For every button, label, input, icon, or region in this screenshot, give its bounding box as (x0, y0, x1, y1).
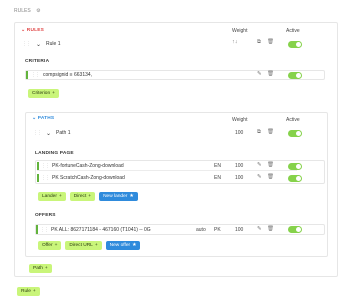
add-criterion-button[interactable]: Criterion + (28, 89, 59, 98)
add-offer-button[interactable]: Offer + (38, 241, 62, 250)
rule-row[interactable]: ⋮⋮ ⌄ Rule 1 (22, 39, 332, 49)
offer-mode[interactable]: auto (196, 227, 206, 233)
sort-arrows-icon[interactable]: ↑↓ (232, 39, 238, 45)
plus-icon: + (32, 289, 36, 294)
add-direct-url-button[interactable]: Direct URL + (65, 241, 102, 250)
star-icon: ★ (129, 194, 134, 199)
rule-active-toggle[interactable] (288, 41, 302, 48)
add-lander-button[interactable]: Lander + (38, 192, 66, 201)
star-icon: ★ (132, 243, 137, 248)
drag-handle-icon[interactable]: ⋮⋮ (40, 227, 49, 233)
offer-button-label: Offer (42, 243, 53, 248)
new-lander-label: New lander (103, 194, 128, 199)
lander-weight[interactable]: 100 (235, 175, 243, 181)
trash-icon[interactable]: 🗑 (267, 162, 274, 168)
drag-handle-icon[interactable]: ⋮⋮ (31, 72, 40, 78)
edit-icon[interactable]: ✎ (257, 174, 262, 180)
edit-icon[interactable]: ✎ (257, 71, 262, 77)
landing-page-label: LANDING PAGE (35, 151, 74, 156)
copy-icon[interactable]: ⧉ (257, 39, 261, 46)
paths-header-label: PATHS (37, 116, 55, 121)
lander-buttons: Lander + Direct + New lander ★ (38, 192, 138, 201)
lander-name: PK-fortuneCash-Zong-download (52, 163, 124, 169)
criteria-text: compsignid ≡ 663134, (43, 72, 93, 78)
trash-icon[interactable]: 🗑 (267, 129, 274, 135)
drag-handle-icon[interactable]: ⋮⋮ (41, 175, 50, 181)
plus-icon: + (54, 243, 58, 248)
offer-bar (36, 225, 38, 234)
paths-weight-header: Weight (232, 117, 248, 123)
lander-weight[interactable]: 100 (235, 163, 243, 169)
edit-icon[interactable]: ✎ (257, 162, 262, 168)
rule-button-label: Rule (21, 289, 31, 294)
trash-icon[interactable]: 🗑 (267, 226, 274, 232)
path-active-toggle[interactable] (288, 130, 302, 137)
offers-label: OFFERS (35, 213, 56, 218)
plus-icon: + (44, 266, 48, 271)
active-header: Active (286, 28, 300, 34)
offer-lang: PK (214, 227, 221, 233)
direct-url-button-label: Direct URL (69, 243, 93, 248)
edit-icon[interactable]: ✎ (257, 226, 262, 232)
add-path-button[interactable]: Path + (29, 264, 52, 273)
lander-name: PK ScratchCash-Zong-download (52, 174, 125, 181)
direct-button-label: Direct (73, 194, 87, 199)
drag-handle-icon[interactable]: ⋮⋮ (22, 41, 31, 47)
drag-handle-icon[interactable]: ⋮⋮ (41, 163, 50, 169)
path-button-label: Path (33, 266, 43, 271)
plus-icon: + (94, 243, 98, 248)
offer-buttons: Offer + Direct URL + New offer ★ (38, 241, 141, 250)
rule-name: Rule 1 (46, 41, 61, 47)
lander-button-label: Lander (42, 194, 57, 199)
lander-active-toggle[interactable] (288, 175, 302, 182)
criteria-item[interactable]: ⋮⋮ compsignid ≡ 663134, (25, 70, 325, 80)
trash-icon[interactable]: 🗑 (267, 71, 274, 77)
trash-icon[interactable]: 🗑 (267, 174, 274, 180)
criteria-label: CRITERIA (25, 59, 50, 64)
offer-name: PK ALL: 8627171184 - 467160 (T1041) -- 0… (51, 226, 151, 233)
offer-active-toggle[interactable] (288, 226, 302, 233)
offer-weight[interactable]: 100 (235, 227, 243, 233)
lander-lang: EN (214, 163, 221, 169)
paths-header[interactable]: ⌄ PATHS (32, 116, 54, 121)
lander-bar (37, 173, 39, 182)
plus-icon: + (58, 194, 62, 199)
add-direct-button[interactable]: Direct + (69, 192, 96, 201)
chevron-down-icon[interactable]: ⌄ (36, 41, 41, 48)
new-offer-button[interactable]: New offer ★ (105, 241, 141, 250)
lander-bar (37, 162, 39, 170)
new-lander-button[interactable]: New lander ★ (99, 192, 138, 201)
weight-header: Weight (232, 28, 248, 34)
paths-active-header: Active (286, 117, 300, 123)
plus-icon: + (52, 91, 55, 96)
trash-icon[interactable]: 🗑 (267, 39, 274, 45)
drag-handle-icon[interactable]: ⋮⋮ (33, 130, 42, 136)
chevron-down-icon[interactable]: ⌄ (21, 28, 25, 33)
path-row[interactable]: ⋮⋮ ⌄ Path 1 (33, 128, 323, 138)
criterion-button-label: Criterion (32, 91, 51, 96)
add-rule-button[interactable]: Rule + (17, 287, 40, 296)
chevron-down-icon[interactable]: ⌄ (46, 130, 51, 137)
lander-active-toggle[interactable] (288, 163, 302, 170)
rules-header-label: RULES (26, 28, 45, 33)
page-title: RULES ⚙ (14, 8, 41, 14)
criteria-active-toggle[interactable] (288, 72, 302, 79)
path-weight[interactable]: 100 (235, 130, 243, 136)
path-name: Path 1 (56, 130, 71, 136)
rules-header[interactable]: ⌄ RULES (21, 28, 44, 33)
lander-lang: EN (214, 175, 221, 181)
criteria-bar (26, 71, 28, 79)
settings-icon[interactable]: ⚙ (36, 8, 40, 14)
chevron-down-icon[interactable]: ⌄ (32, 116, 36, 121)
plus-icon: + (88, 194, 92, 199)
copy-icon[interactable]: ⧉ (257, 129, 261, 136)
new-offer-label: New offer (109, 243, 131, 248)
offer-item[interactable]: ⋮⋮ PK ALL: 8627171184 - 467160 (T1041) -… (35, 224, 325, 235)
